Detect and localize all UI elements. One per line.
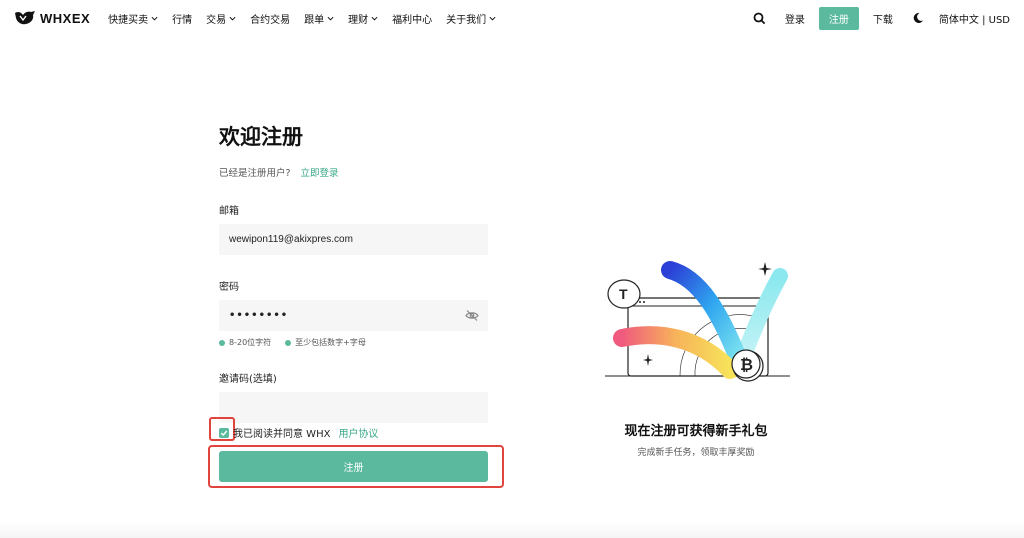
nav-item-label: 理财 [348, 14, 369, 26]
user-agreement-link[interactable]: 用户协议 [338, 425, 378, 440]
main-nav: 快捷买卖 行情 交易 合约交易 跟单 理财 福利中心 关于我们 [108, 11, 496, 26]
register-form: 欢迎注册 已经是注册用户? 立即登录 邮箱 密码 •••••••• 8-20位字… [219, 120, 489, 423]
nav-item[interactable]: 交易 [206, 11, 236, 26]
login-link[interactable]: 登录 [785, 11, 805, 26]
password-hint: 8-20位字符 [219, 337, 271, 348]
nav-item[interactable]: 跟单 [304, 11, 334, 26]
register-submit-button[interactable]: 注册 [219, 451, 488, 482]
agree-checkbox[interactable] [219, 427, 229, 438]
whale-logo-icon [15, 11, 35, 25]
page-title: 欢迎注册 [219, 125, 303, 149]
check-dot-icon [219, 339, 225, 346]
login-prompt-text: 已经是注册用户? [219, 168, 291, 179]
nav-item-label: 福利中心 [392, 14, 433, 26]
top-navbar: WHXEX 快捷买卖 行情 交易 合约交易 跟单 理财 福利中心 关于我们 登录 注册 下载 … [0, 0, 1024, 36]
nav-item[interactable]: 福利中心 [392, 11, 432, 26]
logo-text: WHXEX [40, 10, 91, 26]
chevron-down-icon [151, 16, 158, 21]
password-hints: 8-20位字符 至少包括数字+字母 [219, 337, 489, 348]
agree-text: 我已阅读并同意 WHX [233, 429, 331, 440]
agreement-row: 我已阅读并同意 WHX 用户协议 [219, 425, 378, 440]
gift-illustration: T ₿ [605, 261, 790, 382]
nav-item[interactable]: 行情 [172, 11, 192, 26]
svg-text:₿: ₿ [740, 356, 753, 374]
nav-item-label: 跟单 [304, 14, 325, 26]
invite-code-field[interactable] [229, 402, 478, 413]
language-currency-selector[interactable]: 简体中文 | USD [939, 11, 1010, 26]
nav-item-label: 行情 [172, 14, 193, 26]
nav-item[interactable]: 快捷买卖 [108, 11, 158, 26]
password-field-wrapper: •••••••• [219, 300, 488, 331]
promo-subtitle: 完成新手任务，领取丰厚奖励 [637, 448, 755, 458]
check-icon [220, 430, 228, 436]
logo[interactable]: WHXEX [14, 10, 90, 26]
nav-item-label: 快捷买卖 [108, 14, 149, 26]
password-hint: 至少包括数字+字母 [285, 337, 366, 348]
nav-item-label: 合约交易 [250, 14, 291, 26]
email-field-wrapper [219, 224, 488, 255]
footer-shadow [0, 522, 1024, 538]
nav-item[interactable]: 理财 [348, 11, 378, 26]
password-field[interactable]: •••••••• [229, 310, 288, 321]
promo-title: 现在注册可获得新手礼包 [624, 424, 768, 439]
header-right: 登录 注册 下载 简体中文 | USD [753, 6, 1010, 30]
password-label: 密码 [219, 282, 239, 293]
moon-icon[interactable] [911, 11, 925, 25]
chevron-down-icon [489, 16, 496, 21]
login-now-link[interactable]: 立即登录 [301, 165, 339, 179]
login-prompt: 已经是注册用户? 立即登录 [219, 165, 489, 179]
eye-closed-icon[interactable] [465, 309, 479, 322]
check-dot-icon [285, 339, 292, 346]
email-field[interactable] [229, 234, 478, 245]
chevron-down-icon [327, 16, 334, 21]
invite-code-label: 邀请码(选填) [219, 374, 277, 385]
header-register-button[interactable]: 注册 [818, 6, 859, 30]
chevron-down-icon [229, 16, 236, 21]
email-label: 邮箱 [219, 206, 239, 217]
svg-text:T: T [619, 286, 628, 302]
download-link[interactable]: 下载 [873, 11, 893, 26]
nav-item-label: 交易 [206, 14, 227, 26]
chevron-down-icon [371, 16, 378, 21]
search-icon[interactable] [753, 11, 767, 25]
invite-code-field-wrapper [219, 392, 488, 423]
nav-item[interactable]: 关于我们 [446, 11, 496, 26]
nav-item-label: 关于我们 [446, 14, 487, 26]
nav-item[interactable]: 合约交易 [250, 11, 290, 26]
